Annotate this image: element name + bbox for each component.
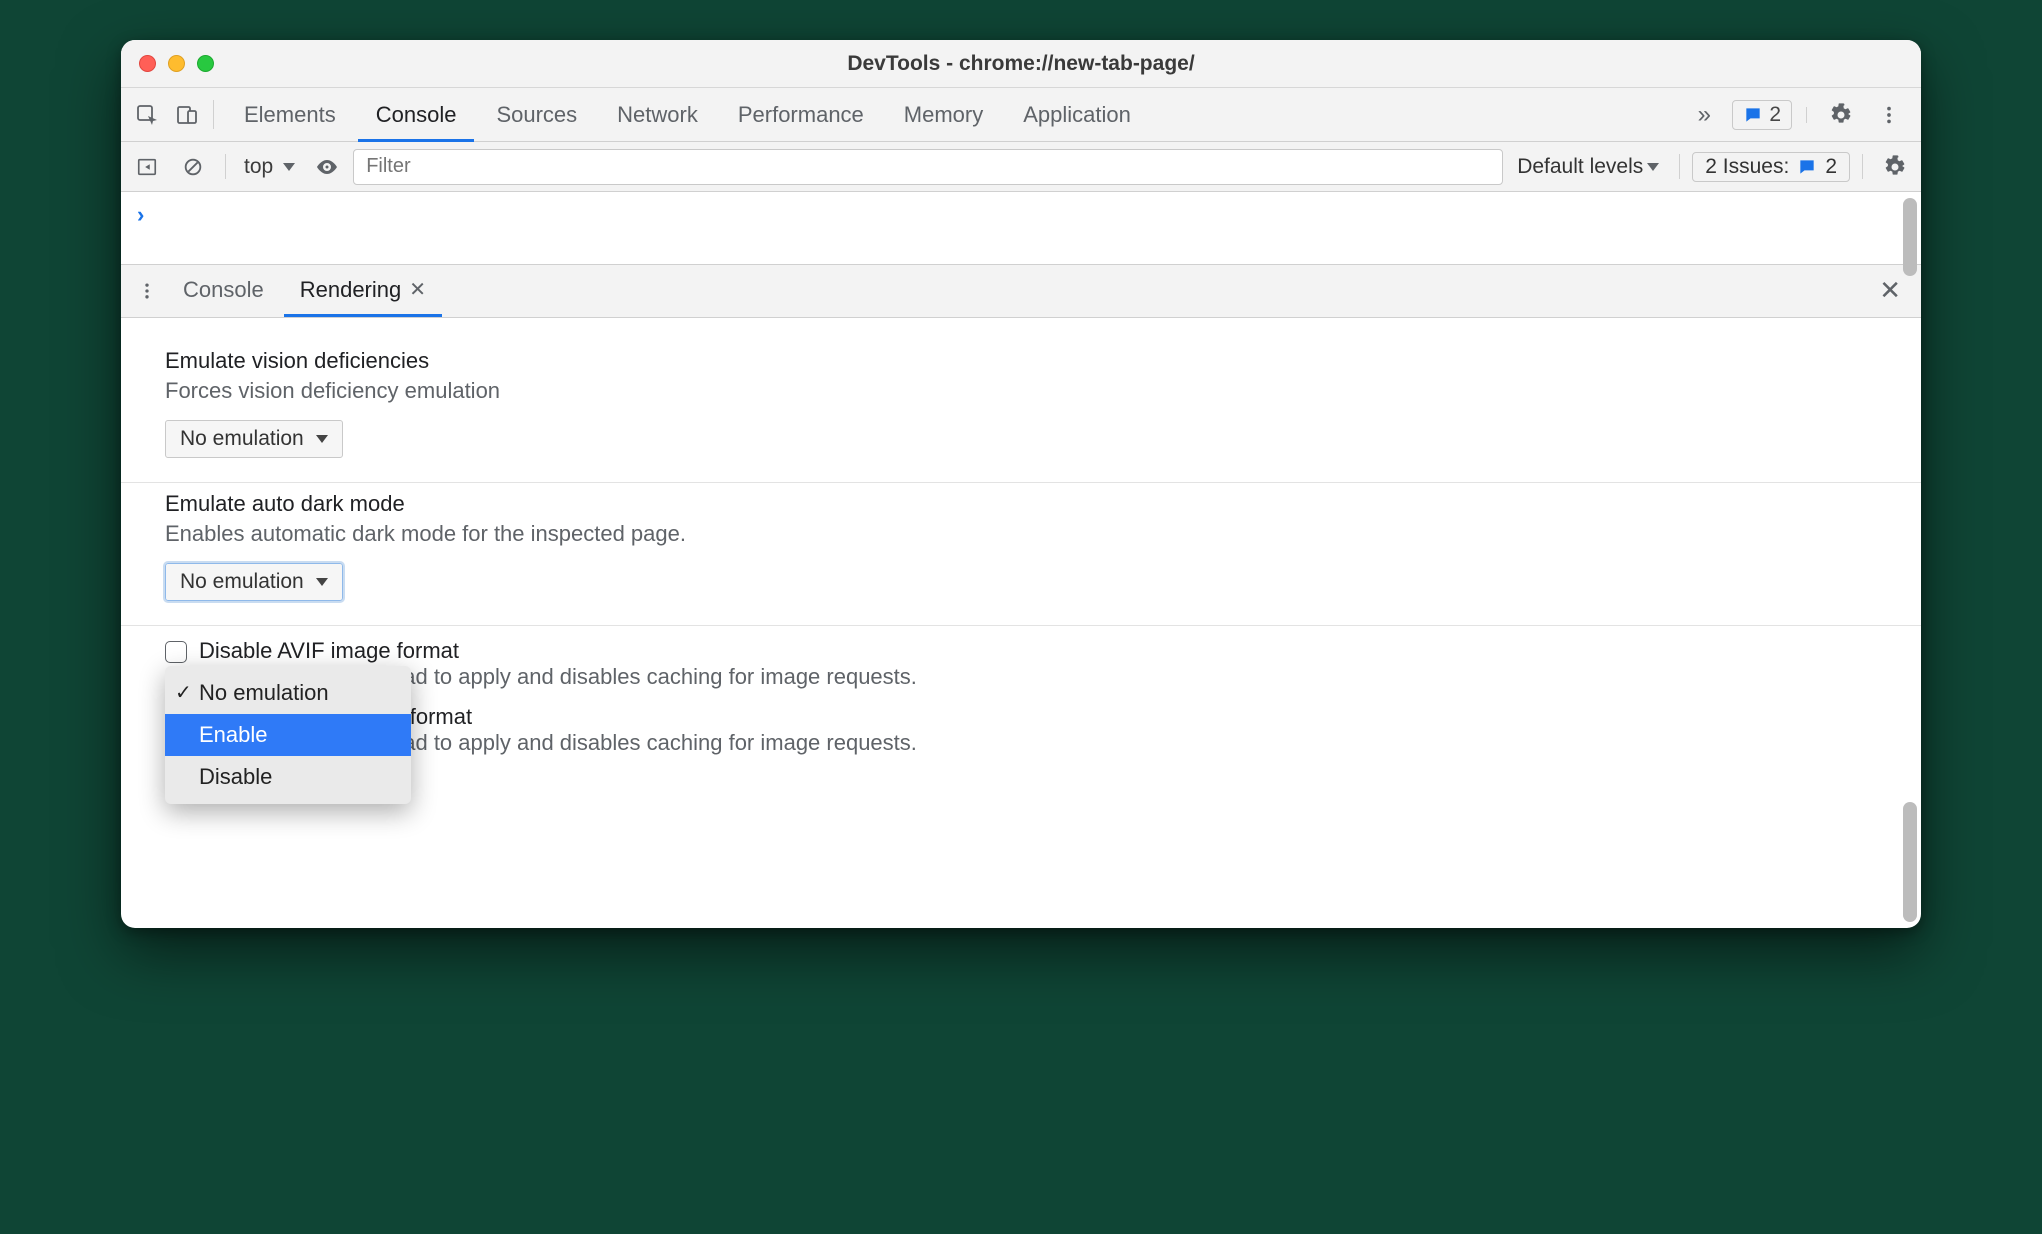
zoom-window-button[interactable] (197, 55, 214, 72)
devtools-window: DevTools - chrome://new-tab-page/ Elemen… (121, 40, 1921, 928)
console-filter-input[interactable] (353, 149, 1503, 185)
chevron-down-icon (283, 163, 295, 171)
auto-dark-mode-select[interactable]: No emulation (165, 563, 343, 601)
device-toolbar-icon[interactable] (167, 95, 207, 135)
section-vision-deficiencies: Emulate vision deficiencies Forces visio… (165, 340, 1877, 482)
settings-icon[interactable] (1821, 95, 1861, 135)
kebab-menu-icon[interactable] (1869, 95, 1909, 135)
main-tab-right-tools: » 2 (1684, 95, 1915, 135)
inspect-element-icon[interactable] (127, 95, 167, 135)
main-tab-bar: Elements Console Sources Network Perform… (121, 88, 1921, 142)
console-settings-icon[interactable] (1875, 147, 1915, 187)
tab-performance[interactable]: Performance (720, 88, 882, 142)
traffic-lights (121, 55, 214, 72)
chevron-down-icon (316, 435, 328, 443)
section-desc: Enables automatic dark mode for the insp… (165, 521, 1877, 547)
chevron-down-icon (316, 578, 328, 586)
overflow-tabs-button[interactable]: » (1684, 95, 1724, 135)
issues-button[interactable]: 2 Issues: 2 (1692, 152, 1850, 182)
section-title: Emulate auto dark mode (165, 491, 1877, 517)
close-tab-icon[interactable]: ✕ (409, 264, 426, 316)
rendering-panel-wrap: Emulate vision deficiencies Forces visio… (121, 318, 1921, 928)
minimize-window-button[interactable] (168, 55, 185, 72)
chevron-down-icon (1647, 163, 1659, 171)
issues-chip-count: 2 (1769, 103, 1781, 127)
option-label: Enable (199, 722, 268, 747)
select-value: No emulation (180, 427, 304, 451)
check-icon: ✓ (175, 672, 192, 714)
drawer-tab-label: Console (183, 264, 264, 316)
tab-application[interactable]: Application (1005, 88, 1149, 142)
separator (1862, 154, 1863, 179)
drawer-kebab-icon[interactable] (127, 271, 167, 311)
section-desc: Forces vision deficiency emulation (165, 378, 1877, 404)
log-levels-select[interactable]: Default levels (1509, 155, 1667, 179)
section-disable-avif: Disable AVIF image format Requires a pag… (165, 626, 1877, 696)
drawer-tab-console[interactable]: Console (167, 265, 280, 317)
vision-deficiency-select[interactable]: No emulation (165, 420, 343, 458)
separator (1806, 107, 1807, 123)
console-body-wrap: › (121, 192, 1921, 264)
main-tabs: Elements Console Sources Network Perform… (220, 88, 1684, 142)
option-label: No emulation (199, 680, 329, 705)
issues-chip[interactable]: 2 (1732, 100, 1792, 130)
section-title: Emulate vision deficiencies (165, 348, 1877, 374)
separator (213, 100, 214, 129)
execution-context-label: top (244, 155, 273, 179)
tab-sources[interactable]: Sources (478, 88, 595, 142)
tab-network[interactable]: Network (599, 88, 716, 142)
option-label: Disable (199, 764, 272, 789)
log-levels-label: Default levels (1517, 155, 1643, 179)
drawer-tab-bar: Console Rendering ✕ ✕ (121, 264, 1921, 318)
drawer-tabs: Console Rendering ✕ (167, 265, 1865, 317)
clear-console-icon[interactable] (173, 147, 213, 187)
drawer-tab-rendering[interactable]: Rendering ✕ (284, 265, 442, 317)
message-icon (1797, 157, 1817, 177)
title-bar: DevTools - chrome://new-tab-page/ (121, 40, 1921, 88)
tab-console[interactable]: Console (358, 88, 475, 142)
separator (1679, 154, 1680, 179)
console-body[interactable]: › (121, 192, 1921, 264)
console-sidebar-toggle-icon[interactable] (127, 147, 167, 187)
tab-elements[interactable]: Elements (226, 88, 354, 142)
rendering-panel: Emulate vision deficiencies Forces visio… (121, 318, 1921, 928)
window-title: DevTools - chrome://new-tab-page/ (847, 52, 1194, 76)
live-expression-icon[interactable] (307, 147, 347, 187)
checkbox-label: Disable AVIF image format (199, 638, 917, 664)
drawer-tab-label: Rendering (300, 264, 402, 316)
console-prompt-caret: › (137, 198, 144, 232)
option-no-emulation[interactable]: ✓ No emulation (165, 672, 411, 714)
tab-memory[interactable]: Memory (886, 88, 1001, 142)
close-window-button[interactable] (139, 55, 156, 72)
issues-count: 2 (1825, 155, 1837, 179)
separator (225, 154, 226, 179)
scrollbar[interactable] (1903, 318, 1917, 928)
message-icon (1743, 105, 1763, 125)
option-enable[interactable]: Enable (165, 714, 411, 756)
section-auto-dark-mode: Emulate auto dark mode Enables automatic… (165, 483, 1877, 625)
section-disable-webp: Disable WebP image format Requires a pag… (165, 696, 1877, 780)
disable-avif-checkbox[interactable] (165, 641, 187, 663)
console-toolbar: top Default levels 2 Issues: 2 (121, 142, 1921, 192)
scrollbar[interactable] (1903, 192, 1917, 264)
option-disable[interactable]: Disable (165, 756, 411, 798)
select-value: No emulation (180, 570, 304, 594)
issues-label: 2 Issues: (1705, 155, 1789, 179)
execution-context-select[interactable]: top (238, 155, 301, 179)
auto-dark-mode-options-popup: ✓ No emulation Enable Disable (165, 666, 411, 804)
